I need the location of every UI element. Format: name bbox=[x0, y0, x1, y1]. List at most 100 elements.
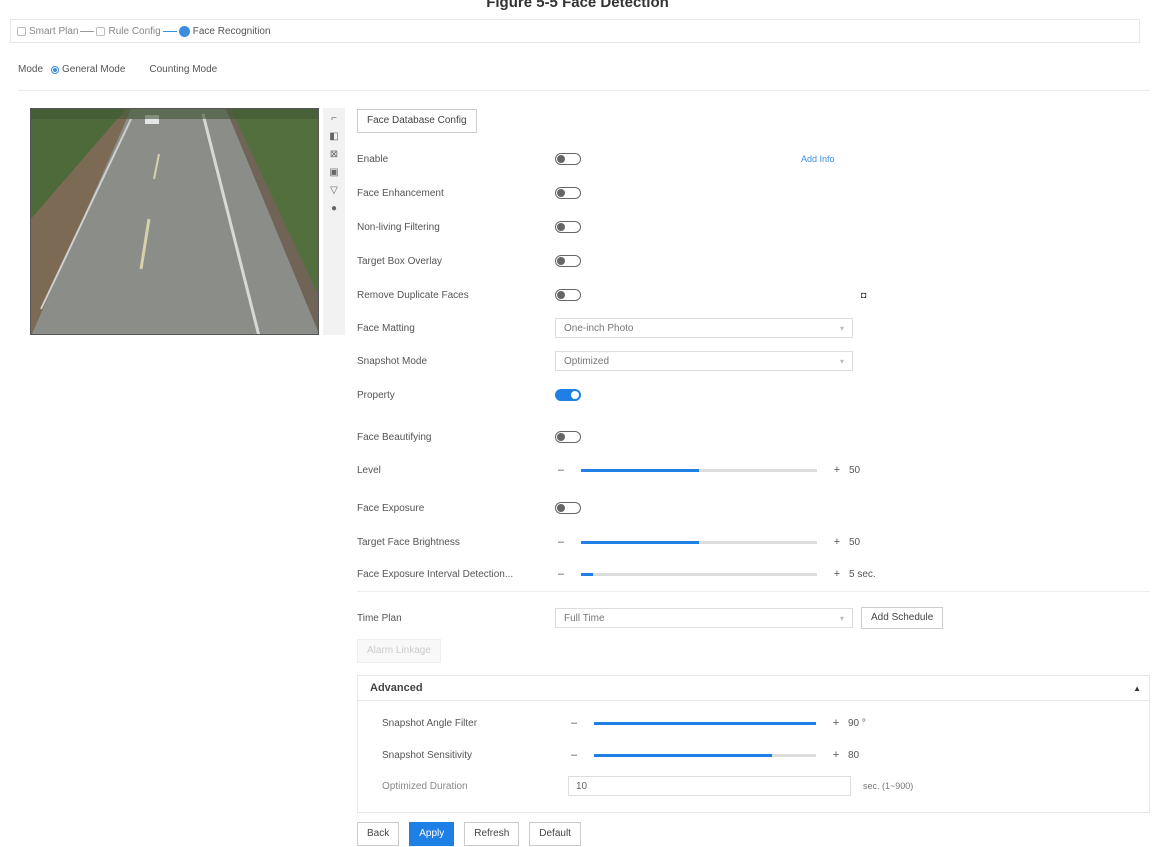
clear-icon[interactable]: ● bbox=[329, 204, 339, 214]
road-scene-image bbox=[31, 109, 318, 334]
sensitivity-track[interactable] bbox=[594, 753, 816, 757]
back-button[interactable]: Back bbox=[357, 822, 400, 846]
enable-toggle[interactable] bbox=[555, 153, 581, 165]
pointer-icon[interactable]: ⌐ bbox=[329, 114, 339, 124]
step-connector bbox=[80, 30, 95, 32]
remove-duplicate-faces-toggle[interactable] bbox=[555, 289, 581, 301]
plus-icon[interactable]: + bbox=[831, 464, 843, 476]
snapshot-mode-row: Snapshot Mode Optimized ▾ bbox=[357, 351, 1150, 371]
brightness-track[interactable] bbox=[581, 540, 817, 544]
non-living-filtering-toggle[interactable] bbox=[555, 221, 581, 233]
mode-row: Mode General Mode Counting Mode bbox=[18, 64, 235, 75]
angle-track[interactable] bbox=[594, 721, 816, 725]
time-plan-label: Time Plan bbox=[357, 612, 402, 624]
mode-counting-label: Counting Mode bbox=[149, 64, 218, 75]
snapshot-mode-label: Snapshot Mode bbox=[357, 355, 428, 367]
step-face-recognition-icon bbox=[178, 25, 190, 37]
target-face-brightness-slider[interactable]: – + 50 bbox=[555, 536, 860, 548]
level-track[interactable] bbox=[581, 468, 817, 472]
plus-icon[interactable]: + bbox=[831, 536, 843, 548]
face-database-config-button[interactable]: Face Database Config bbox=[357, 109, 477, 133]
face-exposure-row: Face Exposure bbox=[357, 498, 1150, 518]
optimized-duration-label: Optimized Duration bbox=[382, 780, 468, 792]
snapshot-angle-filter-slider[interactable]: – + 90 ° bbox=[568, 717, 866, 729]
face-exposure-interval-slider[interactable]: – + 5 sec. bbox=[555, 568, 876, 580]
info-icon[interactable]: ◘ bbox=[861, 290, 866, 300]
face-enhancement-toggle[interactable] bbox=[555, 187, 581, 199]
apply-button[interactable]: Apply bbox=[409, 822, 455, 846]
mode-general-label: General Mode bbox=[62, 64, 126, 75]
property-label: Property bbox=[357, 389, 395, 401]
optimized-duration-input[interactable]: 10 bbox=[568, 776, 851, 796]
level-slider[interactable]: – + 50 bbox=[555, 464, 860, 476]
snapshot-sensitivity-row: Snapshot Sensitivity – + 80 bbox=[382, 745, 1142, 765]
angle-value: 90 ° bbox=[848, 717, 866, 729]
chevron-down-icon: ▾ bbox=[839, 356, 844, 366]
time-plan-value: Full Time bbox=[564, 612, 605, 624]
mode-label: Mode bbox=[18, 64, 44, 75]
snapshot-mode-select[interactable]: Optimized ▾ bbox=[555, 351, 853, 371]
level-value: 50 bbox=[849, 464, 861, 476]
step-smart-plan[interactable]: Smart Plan bbox=[17, 26, 78, 37]
property-toggle[interactable] bbox=[555, 389, 581, 401]
sensitivity-value: 80 bbox=[848, 749, 860, 761]
angle-fill bbox=[594, 721, 816, 725]
refresh-button[interactable]: Refresh bbox=[464, 822, 520, 846]
face-enhancement-label: Face Enhancement bbox=[357, 187, 444, 199]
sensitivity-fill bbox=[594, 753, 772, 757]
face-matting-row: Face Matting One-inch Photo ▾ bbox=[357, 318, 1150, 338]
figure-caption: Figure 5-5 Face Detection bbox=[486, 0, 669, 11]
draw-region-icon[interactable]: ⊠ bbox=[329, 150, 339, 160]
face-matting-value: One-inch Photo bbox=[564, 322, 634, 334]
snapshot-sensitivity-slider[interactable]: – + 80 bbox=[568, 749, 859, 761]
time-plan-select[interactable]: Full Time ▾ bbox=[555, 608, 853, 628]
face-matting-label: Face Matting bbox=[357, 322, 415, 334]
default-button[interactable]: Default bbox=[529, 822, 581, 846]
face-exposure-toggle[interactable] bbox=[555, 502, 581, 514]
action-buttons: Back Apply Refresh Default bbox=[357, 822, 581, 846]
enable-label: Enable bbox=[357, 153, 389, 165]
enable-row: Enable Add Info bbox=[357, 149, 1150, 169]
plus-icon[interactable]: + bbox=[830, 749, 842, 761]
chevron-down-icon: ▾ bbox=[839, 323, 844, 333]
minus-icon[interactable]: – bbox=[568, 749, 580, 761]
minus-icon[interactable]: – bbox=[555, 464, 567, 476]
step-face-recognition[interactable]: Face Recognition bbox=[178, 25, 271, 37]
face-beautifying-toggle[interactable] bbox=[555, 431, 581, 443]
non-living-filtering-row: Non-living Filtering bbox=[357, 217, 1150, 237]
alarm-linkage-button[interactable]: Alarm Linkage bbox=[357, 639, 441, 663]
advanced-title: Advanced bbox=[370, 682, 423, 694]
plus-icon[interactable]: + bbox=[831, 568, 843, 580]
mode-general-radio[interactable]: General Mode bbox=[51, 64, 125, 75]
time-plan-row: Time Plan Full Time ▾ Add Schedule bbox=[357, 607, 1150, 629]
minus-icon[interactable]: – bbox=[555, 536, 567, 548]
plus-icon[interactable]: + bbox=[830, 717, 842, 729]
wizard-steps: Smart Plan Rule Config Face Recognition bbox=[10, 19, 1140, 43]
face-beautifying-row: Face Beautifying bbox=[357, 427, 1150, 447]
target-box-overlay-row: Target Box Overlay bbox=[357, 251, 1150, 271]
filter-icon[interactable]: ▽ bbox=[329, 186, 339, 196]
face-size-icon[interactable]: ▣ bbox=[329, 168, 339, 178]
minus-icon[interactable]: – bbox=[568, 717, 580, 729]
add-schedule-button[interactable]: Add Schedule bbox=[861, 607, 944, 629]
target-face-brightness-row: Target Face Brightness – + 50 bbox=[357, 532, 1150, 552]
step-rule-config[interactable]: Rule Config bbox=[96, 25, 161, 37]
face-exposure-label: Face Exposure bbox=[357, 502, 425, 514]
target-face-brightness-label: Target Face Brightness bbox=[357, 536, 460, 548]
live-video-preview[interactable] bbox=[30, 108, 319, 335]
collapse-arrow-icon[interactable]: ▲ bbox=[1133, 684, 1141, 693]
advanced-section-header[interactable]: Advanced ▲ bbox=[357, 675, 1150, 701]
interval-track[interactable] bbox=[581, 572, 817, 576]
minus-icon[interactable]: – bbox=[555, 568, 567, 580]
draw-area-icon[interactable]: ◧ bbox=[329, 132, 339, 142]
add-info-link[interactable]: Add Info bbox=[801, 154, 835, 164]
level-fill bbox=[581, 468, 699, 472]
face-matting-select[interactable]: One-inch Photo ▾ bbox=[555, 318, 853, 338]
step-rule-config-label: Rule Config bbox=[108, 25, 161, 37]
face-exposure-interval-row: Face Exposure Interval Detection... – + … bbox=[357, 564, 1150, 584]
interval-value: 5 sec. bbox=[849, 568, 876, 580]
mode-counting-radio[interactable]: Counting Mode bbox=[149, 64, 217, 75]
target-box-overlay-toggle[interactable] bbox=[555, 255, 581, 267]
snapshot-angle-filter-row: Snapshot Angle Filter – + 90 ° bbox=[382, 713, 1142, 733]
snapshot-angle-filter-label: Snapshot Angle Filter bbox=[382, 717, 478, 729]
